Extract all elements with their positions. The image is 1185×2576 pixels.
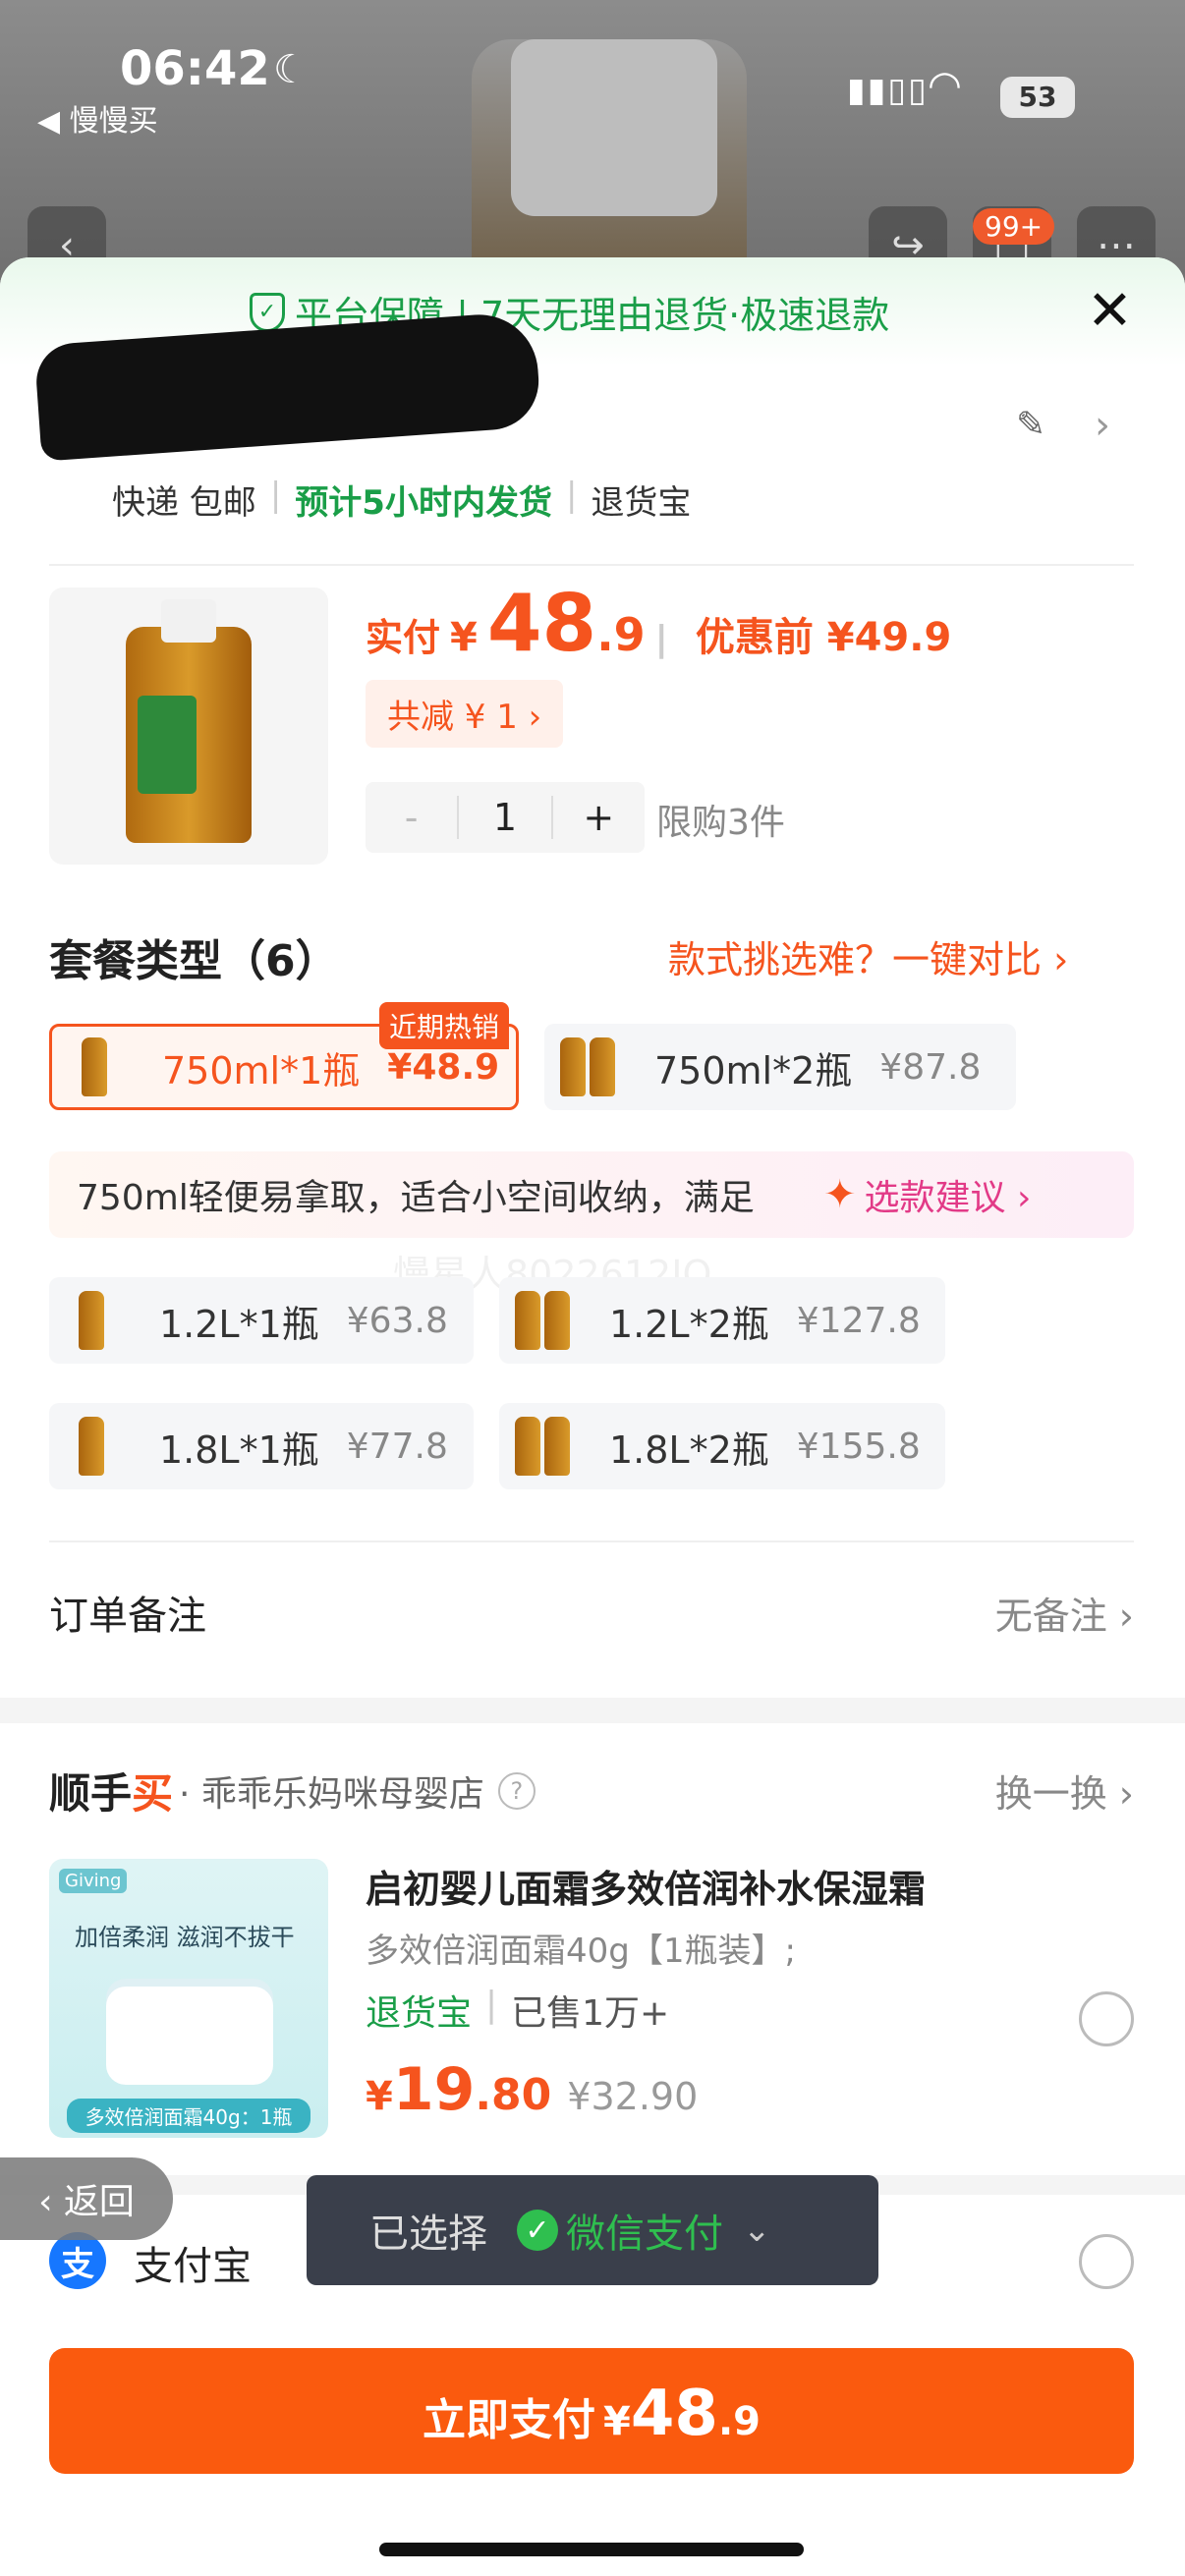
option-name: 1.2L*1瓶 (159, 1302, 319, 1346)
package-option-1.2l-1[interactable]: 1.2L*1瓶 ¥63.8 (49, 1277, 474, 1364)
pay-now-button[interactable]: 立即支付 ¥ 48 .9 (49, 2348, 1134, 2474)
package-option-1.8l-2[interactable]: 1.8L*2瓶 ¥155.8 (499, 1403, 945, 1489)
moon-icon: ☾ (273, 47, 309, 92)
selected-label: 已选择 (369, 2212, 487, 2257)
status-time: 06:42 (120, 41, 270, 96)
battery-icon: 53 (1000, 77, 1075, 118)
addon-product-price: ¥ 19 .80 ¥32.90 (366, 2055, 699, 2124)
wechat-check-icon: ✓ (517, 2210, 558, 2251)
purchase-limit: 限购3件 (656, 803, 785, 843)
option-name: 750ml*1瓶 (162, 1048, 361, 1092)
shield-check-icon: ✓ (250, 292, 285, 332)
help-icon[interactable]: ? (497, 1771, 536, 1810)
price-integer: 48 (486, 578, 597, 669)
alipay-radio[interactable] (1079, 2234, 1134, 2289)
signal-icon: ▮▮▯▯ (847, 71, 929, 110)
option-price: ¥127.8 (796, 1300, 921, 1341)
package-option-1.8l-1[interactable]: 1.8L*1瓶 ¥77.8 (49, 1403, 474, 1489)
price-label: 实付 (366, 616, 441, 659)
return-button[interactable]: ‹ 返回 (0, 2157, 173, 2240)
product-image (49, 588, 328, 865)
option-name: 750ml*2瓶 (654, 1048, 853, 1092)
order-note-value[interactable]: 无备注 › (995, 1586, 1134, 1640)
wechat-pay: ✓ 微信支付 (517, 2202, 723, 2259)
shipping-service: 退货宝 (591, 483, 692, 523)
shunshou-logo: 顺手买 (49, 1769, 174, 1818)
price-line: 实付 ¥ 48.9 | 优惠前 ¥49.9 (366, 578, 952, 669)
quantity-value[interactable]: 1 (457, 796, 553, 839)
option-price: ¥87.8 (879, 1046, 982, 1088)
shunshou-header: 顺手买 · 乖乖乐妈咪母婴店 ? 换一换 › (49, 1761, 1134, 1820)
edit-icon[interactable]: ✎ (1016, 405, 1045, 445)
increase-button[interactable]: + (553, 796, 645, 839)
addon-product-image[interactable]: Giving 加倍柔润 滋润不拔干 多效倍润面霜40g：1瓶 (49, 1859, 328, 2138)
addon-select-radio[interactable] (1079, 1991, 1134, 2046)
shipping-method: 快递 包邮 (112, 483, 256, 523)
option-price: ¥48.9 (387, 1046, 500, 1088)
addon-original-price: ¥32.90 (567, 2075, 699, 2118)
back-to-app-link[interactable]: ◀ 慢慢买 (37, 96, 158, 140)
alipay-label[interactable]: 支付宝 (134, 2234, 252, 2291)
compare-styles-link[interactable]: 款式挑选难？一键对比 › (668, 929, 1068, 983)
shipping-eta: 预计5小时内发货 (295, 483, 552, 523)
price-before-discount: 优惠前 ¥49.9 (695, 615, 952, 660)
suggestion-button-label: 选款建议 › (864, 1178, 1032, 1218)
order-note-row[interactable]: 订单备注 无备注 › (49, 1584, 1134, 1641)
sparkle-icon: ✦ (823, 1172, 857, 1217)
return-insurance-tag: 退货宝 (366, 1993, 473, 2034)
sold-count: 已售1万+ (511, 1993, 670, 2034)
section-gap (0, 1698, 1185, 1723)
option-name: 1.8L*2瓶 (609, 1428, 769, 1472)
alipay-icon: 支 (49, 2232, 106, 2289)
status-bar: 06:42 ☾ ◀ 慢慢买 ▮▮▯▯ ◠ 53 (0, 0, 1185, 139)
addon-product-sku: 多效倍润面霜40g【1瓶装】; (366, 1932, 796, 1971)
price-decimal: .9 (596, 608, 646, 661)
order-note-label: 订单备注 (49, 1594, 206, 1639)
swap-button[interactable]: 换一换 › (995, 1764, 1134, 1818)
chevron-down-icon[interactable]: ⌄ (743, 2211, 771, 2250)
selection-suggestion[interactable]: 750ml轻便易拿取，适合小空间收纳，满足 ✦ 选款建议 › (49, 1151, 1134, 1238)
package-option-1.2l-2[interactable]: 1.2L*2瓶 ¥127.8 (499, 1277, 945, 1364)
hot-sale-tag: 近期热销 (379, 1002, 510, 1049)
package-type-title: 套餐类型（6） (49, 936, 339, 986)
address-chevron-icon[interactable]: › (1095, 403, 1110, 448)
divider (49, 1540, 1134, 1542)
price-currency: ¥ (450, 615, 478, 660)
option-price: ¥63.8 (346, 1300, 448, 1341)
suggestion-button[interactable]: ✦ 选款建议 › (823, 1169, 1031, 1220)
option-price: ¥77.8 (346, 1426, 448, 1467)
addon-product-tags: 退货宝 | 已售1万+ (366, 1985, 670, 2034)
addon-product-title[interactable]: 启初婴儿面霜多效倍润补水保湿霜 (366, 1859, 926, 1913)
divider (49, 564, 1134, 566)
cart-badge: 99+ (973, 208, 1055, 245)
close-icon[interactable]: ✕ (1087, 279, 1133, 343)
shop-name: · 乖乖乐妈咪母婴店 (179, 1773, 484, 1815)
wifi-icon: ◠ (928, 63, 962, 108)
option-price: ¥155.8 (796, 1426, 921, 1467)
decrease-button[interactable]: - (366, 796, 457, 839)
home-indicator (379, 2543, 804, 2556)
package-option-750ml-2[interactable]: 750ml*2瓶 ¥87.8 (544, 1024, 1016, 1110)
payment-method-selector[interactable]: 已选择 ✓ 微信支付 ⌄ (307, 2175, 878, 2285)
option-name: 1.2L*2瓶 (609, 1302, 769, 1346)
discount-badge[interactable]: 共减 ¥ 1 › (366, 680, 564, 748)
option-name: 1.8L*1瓶 (159, 1428, 319, 1472)
suggestion-text: 750ml轻便易拿取，适合小空间收纳，满足 (77, 1178, 755, 1218)
shipping-info: 快递 包邮 | 预计5小时内发货 | 退货宝 (112, 476, 692, 523)
quantity-stepper: - 1 + (366, 782, 645, 853)
